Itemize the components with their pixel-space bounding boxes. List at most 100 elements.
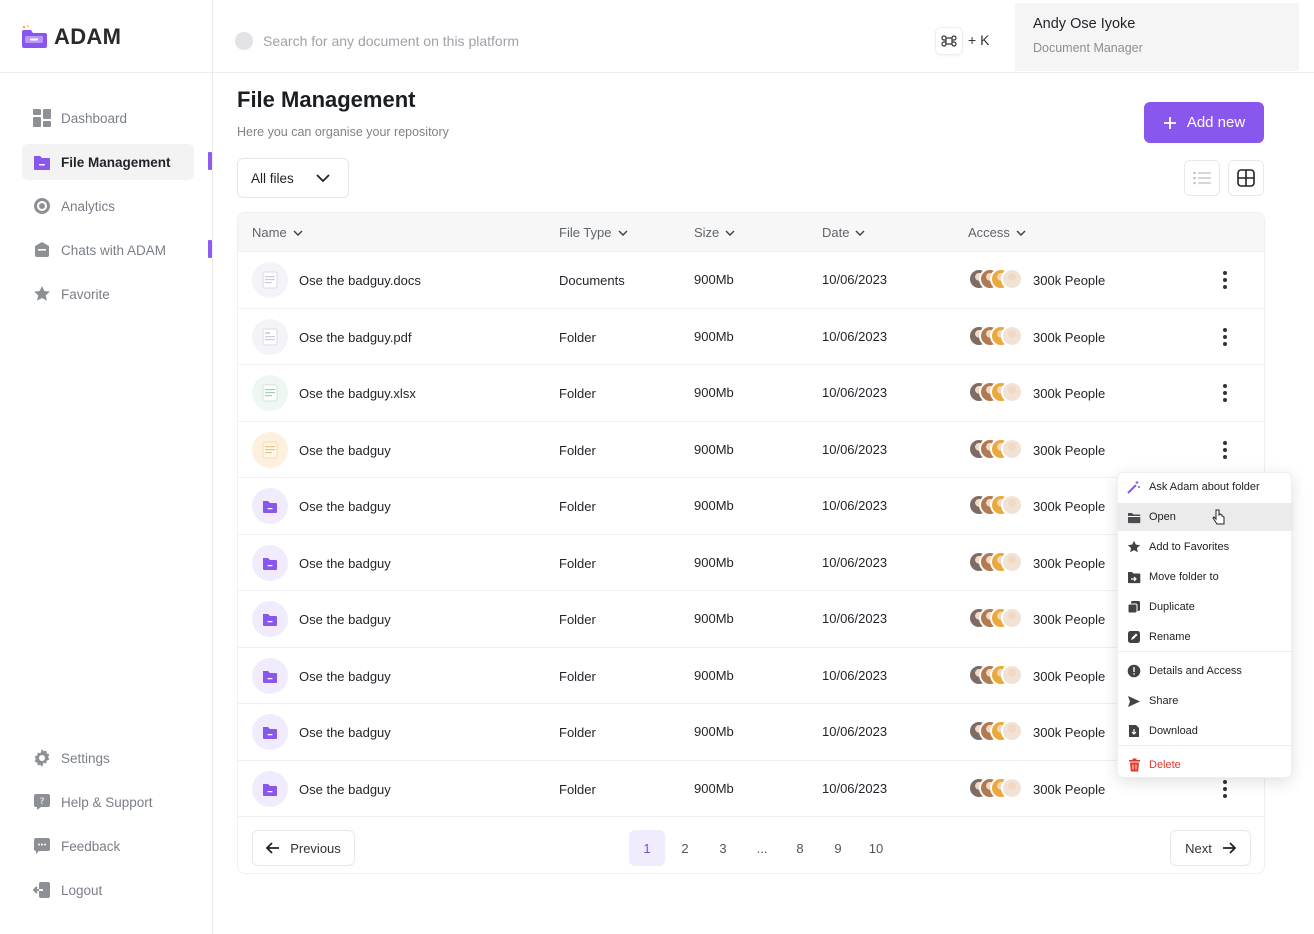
list-icon bbox=[1193, 171, 1211, 185]
menu-item-share[interactable]: Share bbox=[1118, 687, 1293, 715]
sidebar-item-favorite[interactable]: Favorite bbox=[22, 276, 194, 312]
file-name[interactable]: Ose the badguy bbox=[299, 612, 391, 627]
sidebar-item-analytics[interactable]: Analytics bbox=[22, 188, 194, 224]
access-avatars bbox=[968, 776, 1024, 801]
column-header-access[interactable]: Access bbox=[968, 225, 1026, 240]
menu-item-label: Delete bbox=[1149, 759, 1181, 771]
table-row[interactable]: Ose the badguy Folder 900Mb 10/06/2023 300k … bbox=[238, 648, 1264, 704]
page-number[interactable]: 1 bbox=[629, 830, 665, 866]
list-view-button[interactable] bbox=[1184, 160, 1220, 196]
file-name[interactable]: Ose the badguy bbox=[299, 725, 391, 740]
download-icon bbox=[1127, 724, 1141, 738]
access-avatars bbox=[968, 720, 1024, 744]
menu-item-label: Share bbox=[1149, 695, 1179, 707]
sidebar-item-label: Analytics bbox=[61, 198, 116, 214]
more-options-icon[interactable] bbox=[1215, 270, 1235, 290]
table-row[interactable]: Ose the badguy Folder 900Mb 10/06/2023 300k … bbox=[238, 704, 1264, 761]
add-new-button[interactable]: Add new bbox=[1144, 102, 1264, 143]
previous-button[interactable]: Previous bbox=[252, 830, 355, 866]
column-header-name[interactable]: Name bbox=[252, 225, 303, 240]
feedback-icon bbox=[32, 837, 51, 856]
menu-item-open[interactable]: Open bbox=[1118, 503, 1293, 531]
file-filter-dropdown[interactable]: All files bbox=[237, 158, 349, 198]
avatar bbox=[1001, 720, 1023, 742]
menu-item-delete[interactable]: Delete bbox=[1118, 751, 1293, 779]
more-options-icon[interactable] bbox=[1215, 327, 1235, 347]
avatar bbox=[1001, 607, 1023, 629]
magic-wand-icon bbox=[1127, 480, 1141, 494]
info-icon bbox=[1127, 664, 1141, 678]
menu-item-duplicate[interactable]: Duplicate bbox=[1118, 593, 1293, 621]
file-name[interactable]: Ose the badguy.pdf bbox=[299, 330, 412, 345]
menu-item-download[interactable]: Download bbox=[1118, 717, 1293, 745]
add-new-label: Add new bbox=[1186, 114, 1246, 131]
table-row[interactable]: Ose the badguy.docs Documents 900Mb 10/06/2… bbox=[238, 252, 1264, 309]
sidebar-item-label: Logout bbox=[61, 882, 103, 898]
move-icon bbox=[1127, 570, 1141, 584]
access-avatars bbox=[968, 550, 1024, 575]
page-ellipsis: ... bbox=[756, 840, 768, 856]
table-row[interactable]: Ose the badguy.xlsx Folder 900Mb 10/06/2023… bbox=[238, 365, 1264, 422]
gear-icon bbox=[32, 749, 51, 768]
table-row[interactable]: Ose the badguy Folder 900Mb 10/06/2023 300k … bbox=[238, 535, 1264, 591]
menu-item-ask-adam-about-folder[interactable]: Ask Adam about folder bbox=[1118, 473, 1293, 501]
menu-item-details-and-access[interactable]: Details and Access bbox=[1118, 657, 1293, 685]
menu-item-label: Ask Adam about folder bbox=[1149, 481, 1260, 493]
sidebar-item-feedback[interactable]: Feedback bbox=[22, 828, 194, 864]
sidebar-item-logout[interactable]: Logout bbox=[22, 872, 194, 908]
file-type: Folder bbox=[559, 442, 596, 458]
table-row[interactable]: Ose the badguy Folder 900Mb 10/06/2023 300k … bbox=[238, 478, 1264, 535]
notification-indicator bbox=[208, 240, 212, 258]
table-row[interactable]: Ose the badguy.pdf Folder 900Mb 10/06/2023 3… bbox=[238, 309, 1264, 365]
folder-icon bbox=[252, 488, 288, 524]
file-type: Folder bbox=[559, 499, 596, 514]
sidebar-nav: Dashboard File Management Analytics Chat… bbox=[22, 100, 212, 320]
brand-logo[interactable]: ADAM bbox=[20, 22, 121, 52]
file-name[interactable]: Ose the badguy bbox=[299, 669, 391, 684]
column-header-date[interactable]: Date bbox=[822, 225, 865, 240]
file-date: 10/06/2023 bbox=[822, 272, 888, 287]
menu-item-move-folder-to[interactable]: Move folder to bbox=[1118, 563, 1293, 591]
more-options-icon[interactable] bbox=[1215, 383, 1235, 403]
page-number[interactable]: 8 bbox=[782, 830, 818, 866]
file-name[interactable]: Ose the badguy bbox=[299, 782, 391, 797]
top-header: Search for any document on this platform… bbox=[213, 0, 1314, 73]
file-name[interactable]: Ose the badguy bbox=[299, 443, 391, 458]
filter-value: All files bbox=[251, 170, 294, 186]
user-profile[interactable]: Andy Ose Iyoke Document Manager bbox=[1015, 3, 1299, 71]
page-number[interactable]: 10 bbox=[858, 830, 894, 866]
command-key-icon bbox=[935, 27, 963, 55]
search-bar[interactable]: Search for any document on this platform bbox=[235, 32, 519, 50]
file-size: 900Mb bbox=[694, 385, 734, 400]
more-options-icon[interactable] bbox=[1215, 779, 1235, 799]
menu-item-add-to-favorites[interactable]: Add to Favorites bbox=[1118, 533, 1293, 561]
page-number[interactable]: 2 bbox=[667, 830, 703, 866]
menu-item-rename[interactable]: Rename bbox=[1118, 623, 1293, 651]
page-number[interactable]: 9 bbox=[820, 830, 856, 866]
page-number[interactable]: 3 bbox=[705, 830, 741, 866]
sidebar-item-dashboard[interactable]: Dashboard bbox=[22, 100, 194, 136]
search-input[interactable]: Search for any document on this platform bbox=[263, 33, 519, 49]
table-row[interactable]: Ose the badguy Folder 900Mb 10/06/2023 300k … bbox=[238, 761, 1264, 817]
previous-label: Previous bbox=[290, 840, 341, 856]
file-name[interactable]: Ose the badguy bbox=[299, 556, 391, 571]
grid-view-button[interactable] bbox=[1228, 160, 1264, 196]
sidebar-item-settings[interactable]: Settings bbox=[22, 740, 194, 776]
file-name[interactable]: Ose the badguy.xlsx bbox=[299, 386, 416, 401]
sidebar-item-chats[interactable]: Chats with ADAM bbox=[22, 232, 212, 268]
more-options-icon[interactable] bbox=[1215, 440, 1235, 460]
file-name[interactable]: Ose the badguy.docs bbox=[299, 273, 421, 288]
access-count: 300k People bbox=[1033, 442, 1106, 458]
menu-item-label: Duplicate bbox=[1149, 601, 1195, 613]
file-name[interactable]: Ose the badguy bbox=[299, 499, 391, 514]
folder-icon bbox=[252, 601, 288, 637]
table-row[interactable]: Ose the badguy Folder 900Mb 10/06/2023 300k … bbox=[238, 422, 1264, 478]
next-button[interactable]: Next bbox=[1170, 830, 1251, 866]
column-header-size[interactable]: Size bbox=[694, 225, 735, 240]
open-folder-icon bbox=[1127, 511, 1141, 524]
table-row[interactable]: Ose the badguy Folder 900Mb 10/06/2023 300k … bbox=[238, 591, 1264, 648]
sidebar-item-file-management[interactable]: File Management bbox=[22, 144, 212, 180]
sidebar-item-help[interactable]: ? Help & Support bbox=[22, 784, 194, 820]
column-header-file-type[interactable]: File Type bbox=[559, 225, 628, 240]
sidebar-bottom-nav: Settings ? Help & Support Feedback Logou… bbox=[22, 740, 194, 916]
